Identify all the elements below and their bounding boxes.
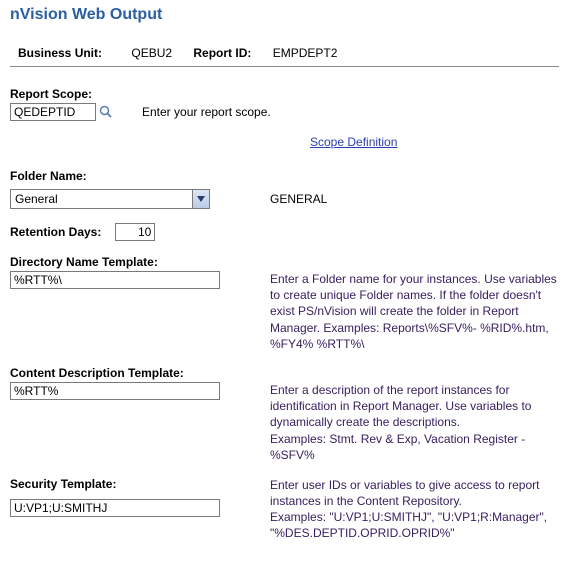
report-id-value: EMPDEPT2 — [273, 46, 338, 60]
folder-code: GENERAL — [270, 192, 327, 206]
directory-template-input[interactable] — [10, 271, 220, 289]
report-scope-hint: Enter your report scope. — [142, 105, 271, 119]
page-title: nVision Web Output — [10, 6, 559, 24]
scope-definition-link[interactable]: Scope Definition — [310, 135, 397, 149]
business-unit-value: QEBU2 — [131, 46, 172, 60]
security-template-label: Security Template: — [10, 477, 240, 491]
report-scope-label: Report Scope: — [10, 87, 559, 101]
directory-template-label: Directory Name Template: — [10, 255, 240, 269]
folder-name-select[interactable]: General — [10, 189, 210, 209]
report-scope-input[interactable] — [10, 103, 96, 121]
report-id-label: Report ID: — [193, 46, 251, 60]
security-template-help: Enter user IDs or variables to give acce… — [270, 477, 559, 542]
lookup-icon[interactable] — [98, 104, 114, 120]
folder-name-label: Folder Name: — [10, 169, 559, 183]
directory-template-help: Enter a Folder name for your instances. … — [270, 271, 559, 352]
business-unit-label: Business Unit: — [18, 46, 102, 60]
content-template-label: Content Description Template: — [10, 366, 240, 380]
dropdown-icon — [192, 190, 209, 208]
security-template-input[interactable] — [10, 499, 220, 517]
retention-days-input[interactable] — [115, 223, 155, 241]
retention-days-label: Retention Days: — [10, 225, 101, 239]
header-bar: Business Unit: QEBU2 Report ID: EMPDEPT2 — [10, 42, 559, 67]
content-template-input[interactable] — [10, 382, 220, 400]
folder-name-selected: General — [15, 192, 192, 206]
content-template-help: Enter a description of the report instan… — [270, 382, 559, 463]
